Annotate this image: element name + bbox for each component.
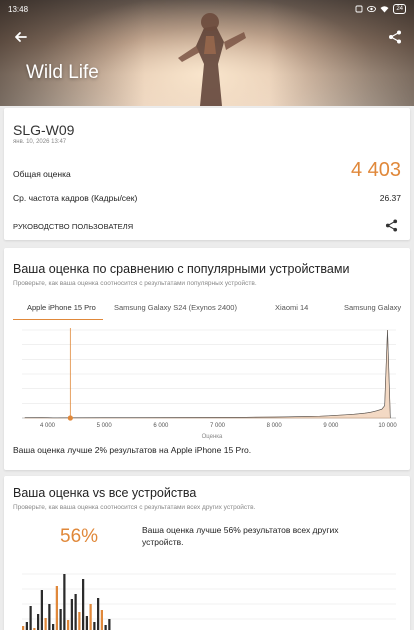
histogram-bar [37, 614, 40, 630]
popular-distribution-chart: 4 000 5 000 6 000 7 000 8 000 9 000 10 000 Оце… [22, 328, 397, 440]
chart-series [22, 574, 111, 630]
x-tick-label: 9 000 [323, 423, 339, 429]
share-icon [385, 219, 398, 232]
tab-samsung-galaxy[interactable]: Samsung Galaxy [344, 300, 401, 320]
chart-grid [22, 573, 396, 620]
histogram-bar [52, 624, 55, 630]
all-distribution-chart [22, 573, 396, 630]
histogram-bar [74, 594, 77, 630]
compare-summary: Ваша оценка лучше 2% результатов на Appl… [13, 445, 252, 455]
device-name: SLG-W09 [13, 122, 75, 138]
result-date: янв. 10, 2026 13:47 [13, 139, 67, 145]
avg-fps-label: Ср. частота кадров (Кадры/сек) [13, 193, 138, 203]
histogram-bar [82, 579, 85, 630]
percentile-value: 56% [60, 526, 99, 547]
histogram-bar [22, 626, 25, 630]
histogram-bar [108, 619, 111, 630]
tab-samsung-galaxy-s24[interactable]: Samsung Galaxy S24 (Exynos 2400) [114, 300, 237, 320]
back-button[interactable] [10, 26, 32, 48]
histogram-bar [100, 610, 103, 630]
popular-compare-card: Ваша оценка по сравнению с популярными у… [4, 248, 410, 470]
x-tick-label: 7 000 [210, 423, 226, 429]
all-subtitle: Проверьте, как ваша оценка соотносится с… [13, 504, 256, 511]
status-icons: 24 [355, 4, 406, 14]
chart-grid [22, 329, 396, 419]
your-score-marker [67, 415, 73, 421]
histogram-bar [48, 604, 51, 630]
histogram-bar [104, 625, 107, 630]
overall-score-value: 4 403 [350, 159, 401, 181]
histogram-bar [67, 620, 70, 630]
battery-indicator: 24 [393, 4, 406, 14]
eye-icon [367, 5, 377, 13]
status-bar: 13:48 24 [0, 0, 414, 18]
mute-icon [355, 5, 363, 13]
arrow-left-icon [15, 32, 27, 42]
x-tick-label: 4 000 [40, 423, 56, 429]
user-guide-link[interactable]: РУКОВОДСТВО ПОЛЬЗОВАТЕЛЯ [13, 222, 133, 231]
histogram-bar [89, 604, 92, 630]
x-tick-label: 8 000 [267, 423, 283, 429]
histogram-bar [78, 612, 81, 630]
histogram-bar [40, 590, 43, 630]
compare-title: Ваша оценка по сравнению с популярными у… [13, 262, 350, 276]
x-tick-label: 5 000 [97, 423, 113, 429]
x-axis: 4 000 5 000 6 000 7 000 8 000 9 000 10 000 [40, 423, 397, 429]
all-title: Ваша оценка vs все устройства [13, 486, 197, 500]
tab-apple-iphone-15-pro[interactable]: Apple iPhone 15 Pro [27, 300, 96, 320]
histogram-bar [63, 574, 66, 630]
x-tick-label: 10 000 [378, 423, 397, 429]
histogram-bar [70, 599, 73, 630]
histogram-bar [55, 586, 58, 630]
histogram-bar [25, 622, 28, 630]
active-tab-indicator [13, 319, 103, 320]
overall-score-label: Общая оценка [13, 169, 71, 179]
histogram-bar [93, 622, 96, 630]
x-axis-label: Оценка [202, 434, 223, 440]
wifi-icon [380, 6, 389, 13]
avg-fps-value: 26.37 [379, 193, 401, 203]
status-time: 13:48 [8, 4, 29, 14]
histogram-bar [44, 618, 47, 630]
compare-subtitle: Проверьте, как ваша оценка соотносится с… [13, 280, 257, 287]
result-card: SLG-W09 янв. 10, 2026 13:47 Общая оценка… [4, 108, 410, 240]
guide-share-button[interactable] [385, 219, 399, 233]
share-button[interactable] [384, 26, 406, 48]
device-tabs: Apple iPhone 15 Pro Samsung Galaxy S24 (… [13, 300, 410, 320]
histogram-bar [59, 609, 62, 630]
histogram-bar [97, 598, 100, 630]
percentile-summary: Ваша оценка лучше 56% результатов всех д… [142, 525, 339, 547]
all-devices-card: Ваша оценка vs все устройства Проверьте,… [4, 476, 410, 630]
benchmark-title: Wild Life [26, 62, 99, 83]
x-tick-label: 6 000 [153, 423, 169, 429]
tab-xiaomi-14[interactable]: Xiaomi 14 [275, 300, 308, 320]
histogram-bar [85, 616, 88, 630]
share-icon [389, 30, 401, 44]
histogram-bar [29, 606, 32, 630]
